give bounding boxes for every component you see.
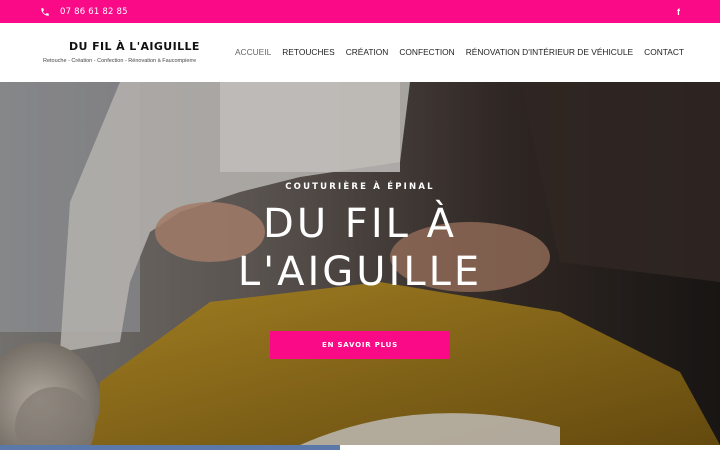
top-bar: 07 86 61 82 85 f [0, 0, 720, 23]
phone-contact[interactable]: 07 86 61 82 85 [40, 2, 128, 21]
phone-number[interactable]: 07 86 61 82 85 [60, 7, 128, 17]
hero-section: COUTURIÈRE À ÉPINAL DU FIL À L'AIGUILLE … [0, 82, 720, 445]
nav-item-accueil[interactable]: ACCUEIL [235, 47, 271, 57]
next-section-image [0, 445, 340, 450]
hero-title-line-1: DU FIL À [263, 201, 457, 247]
facebook-icon[interactable]: f [677, 7, 680, 17]
learn-more-button[interactable]: EN SAVOIR PLUS [270, 331, 450, 359]
hero-title-line-2: L'AIGUILLE [237, 249, 483, 295]
nav-item-creation[interactable]: CRÉATION [346, 47, 389, 57]
hero-title: DU FIL À L'AIGUILLE [0, 200, 720, 296]
main-navigation: ACCUEIL RETOUCHES CRÉATION CONFECTION RÉ… [235, 47, 684, 57]
nav-item-contact[interactable]: CONTACT [644, 47, 684, 57]
phone-icon [40, 2, 50, 21]
next-section-preview [0, 445, 720, 450]
nav-item-confection[interactable]: CONFECTION [399, 47, 454, 57]
nav-item-renovation[interactable]: RÉNOVATION D'INTÉRIEUR DE VÉHICULE [466, 47, 633, 57]
hero-kicker: COUTURIÈRE À ÉPINAL [285, 182, 435, 192]
site-header: DU FIL À L'AIGUILLE Retouche - Création … [0, 23, 720, 82]
nav-item-retouches[interactable]: RETOUCHES [282, 47, 334, 57]
site-logo-title[interactable]: DU FIL À L'AIGUILLE [69, 40, 200, 53]
site-tagline: Retouche - Création - Confection - Rénov… [43, 58, 197, 64]
